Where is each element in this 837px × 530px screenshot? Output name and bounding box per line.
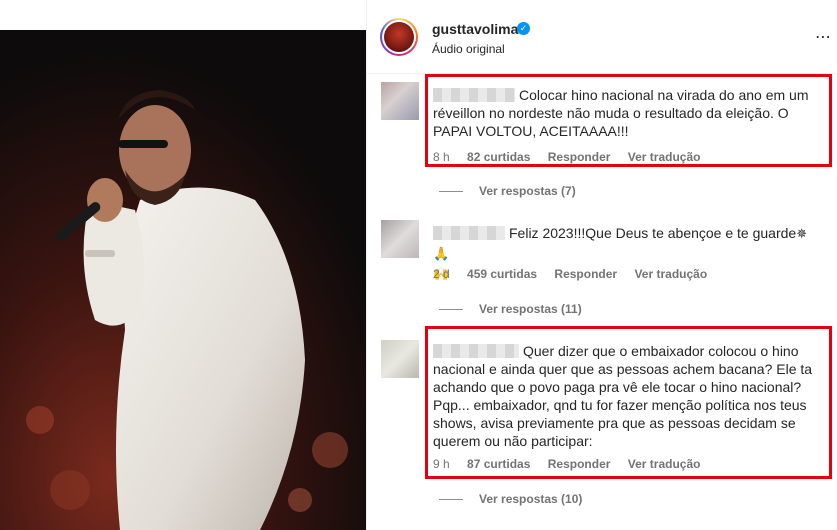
view-replies-button[interactable]: Ver respostas (11) [439,302,582,316]
more-options-icon[interactable]: ⋯ [815,27,832,47]
reply-button[interactable]: Responder [554,267,617,281]
audio-label[interactable]: Áudio original [432,42,505,56]
translate-button[interactable]: Ver tradução [628,150,701,164]
comment-meta: 8 h 82 curtidas Responder Ver tradução [433,150,714,164]
singer-photo-illustration [0,0,366,530]
commenter-avatar[interactable] [381,220,419,258]
reply-button[interactable]: Responder [548,150,611,164]
comment-likes[interactable]: 459 curtidas [467,267,537,281]
comment-meta: 9 h 87 curtidas Responder Ver tradução [433,457,714,471]
translate-button[interactable]: Ver tradução [628,457,701,471]
comment-time[interactable]: 8 h [433,150,450,164]
reply-button[interactable]: Responder [548,457,611,471]
comment-time[interactable]: 9 h [433,457,450,471]
blurred-username[interactable] [433,226,505,240]
replies-line [439,309,463,311]
blurred-username[interactable] [433,88,515,102]
comment-text: Feliz 2023!!!Que Deus te abençoe e te gu… [509,225,797,241]
translate-button[interactable]: Ver tradução [634,267,707,281]
profile-avatar[interactable] [380,18,418,56]
replies-line [439,499,463,501]
comment-text: Quer dizer que o embaixador colocou o hi… [433,343,813,449]
commenter-avatar[interactable] [381,82,419,120]
comment-likes[interactable]: 87 curtidas [467,457,530,471]
view-replies-button[interactable]: Ver respostas (10) [439,492,582,506]
post-photo [0,0,366,530]
comments-panel: gusttavolima ✓ Áudio original ⋯ Colocar … [366,0,837,530]
view-replies-button[interactable]: Ver respostas (7) [439,184,576,198]
comment-likes[interactable]: 82 curtidas [467,150,530,164]
commenter-avatar[interactable] [381,340,419,378]
post-header: gusttavolima ✓ Áudio original ⋯ [367,0,837,74]
replies-line [439,191,463,193]
verified-badge-icon: ✓ [517,22,530,35]
username-link[interactable]: gusttavolima [432,21,518,37]
comment-time[interactable]: 2 d [433,267,450,281]
comment-meta: 2 d 459 curtidas Responder Ver tradução [433,267,721,281]
blurred-username[interactable] [433,344,519,358]
